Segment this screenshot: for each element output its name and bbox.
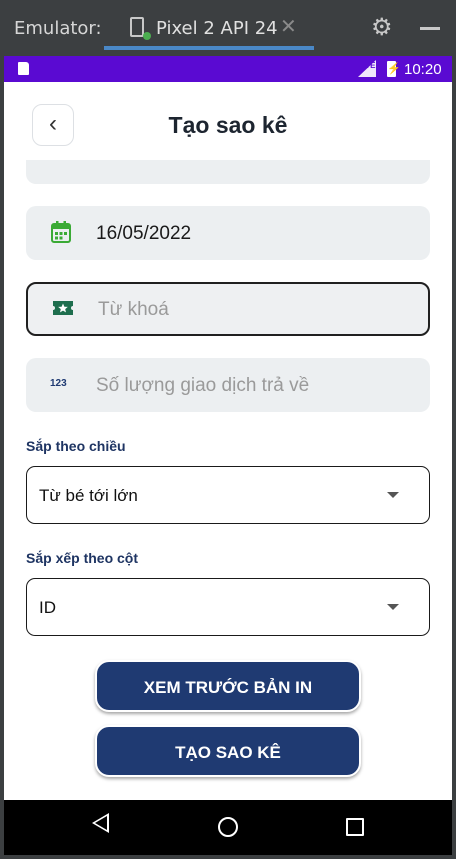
minimize-icon[interactable] (420, 27, 440, 30)
device-tab-label[interactable]: Pixel 2 API 24 (156, 18, 278, 39)
device-screen: LTE ⚡ 10:20 ‹ Tạo sao kê 16/05/2022 Từ k… (4, 56, 452, 855)
keyword-input[interactable]: Từ khoá (26, 282, 430, 336)
date-value: 16/05/2022 (96, 223, 192, 244)
nav-home-icon[interactable] (218, 817, 238, 837)
close-tab-icon[interactable]: ✕ (280, 14, 297, 39)
android-nav-bar (4, 800, 452, 855)
phone-icon (130, 17, 144, 37)
transaction-count-input[interactable]: 123 Số lượng giao dịch trả về (26, 358, 430, 412)
status-time: 10:20 (404, 61, 442, 78)
gear-icon[interactable]: ⚙ (371, 13, 393, 42)
emulator-toolbar: Emulator: Pixel 2 API 24 ✕ ⚙ (0, 0, 456, 52)
date-field[interactable]: 16/05/2022 (26, 206, 430, 260)
transaction-count-placeholder: Số lượng giao dịch trả về (96, 375, 310, 396)
nav-recents-icon[interactable] (346, 818, 364, 836)
sort-column-value: ID (39, 598, 56, 617)
numeric-icon: 123 (50, 378, 67, 389)
sort-direction-value: Từ bé tới lớn (39, 486, 138, 505)
keyword-placeholder: Từ khoá (98, 299, 169, 320)
page-title: Tạo sao kê (168, 112, 288, 138)
charging-icon: ⚡ (387, 63, 401, 75)
active-tab-indicator (104, 46, 314, 50)
scrolled-field-stub[interactable] (26, 160, 430, 184)
android-status-bar: LTE ⚡ 10:20 (4, 56, 452, 82)
sort-column-label: Sắp xếp theo cột (26, 550, 139, 566)
ticket-star-icon (53, 301, 73, 315)
preview-print-button[interactable]: XEM TRƯỚC BẢN IN (95, 660, 361, 712)
caret-down-icon (387, 492, 399, 498)
network-type: LTE (361, 61, 376, 70)
sort-direction-label: Sắp theo chiều (26, 438, 126, 454)
emulator-label: Emulator: (14, 18, 102, 39)
sort-column-select[interactable]: ID (26, 578, 430, 636)
create-statement-button[interactable]: TẠO SAO KÊ (95, 725, 361, 777)
nav-back-icon-inner (95, 816, 107, 830)
device-online-indicator (143, 32, 151, 40)
caret-down-icon (387, 604, 399, 610)
sd-card-icon (18, 62, 29, 75)
calendar-icon (51, 221, 71, 243)
sort-direction-select[interactable]: Từ bé tới lớn (26, 466, 430, 524)
